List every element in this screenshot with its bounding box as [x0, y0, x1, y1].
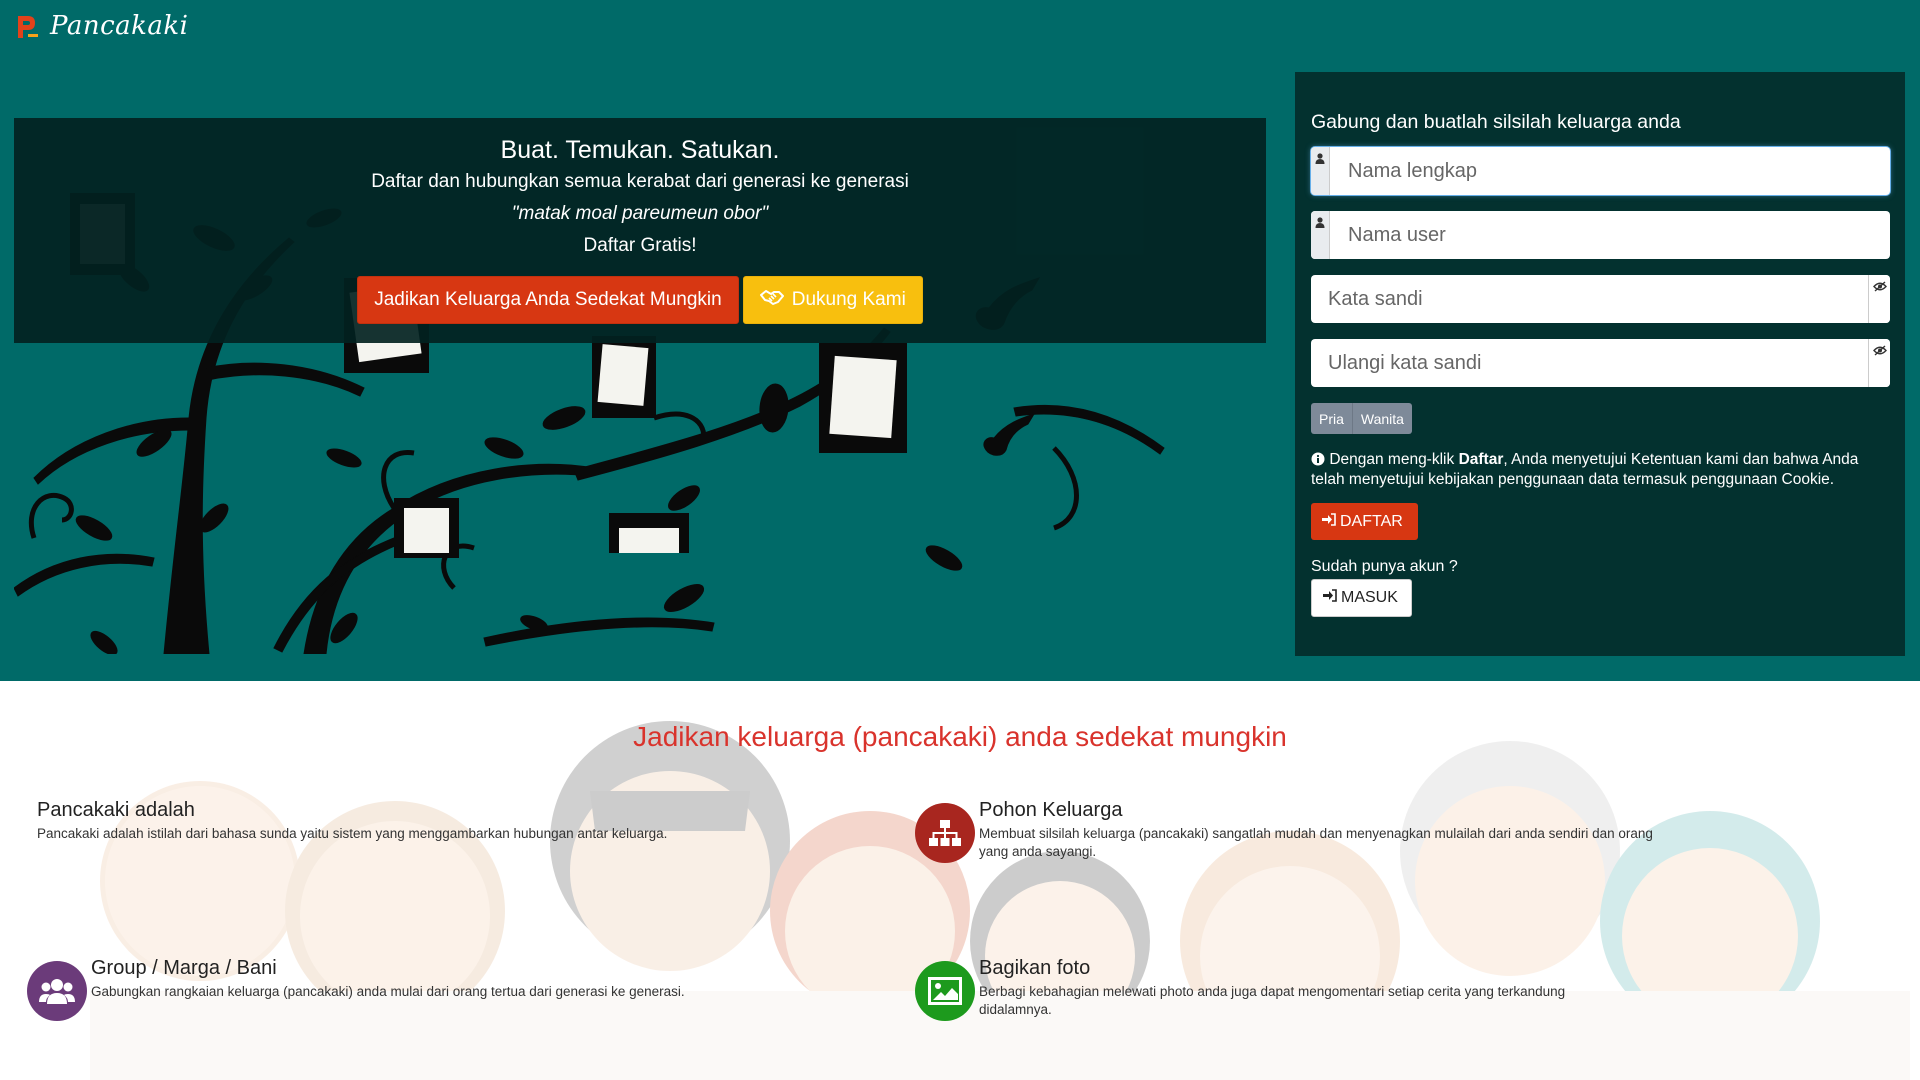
sign-in-icon — [1322, 512, 1336, 531]
register-button-label: DAFTAR — [1340, 512, 1403, 530]
hero-panel: Buat. Temukan. Satukan. Daftar dan hubun… — [14, 118, 1266, 343]
sign-in-icon — [1323, 589, 1337, 607]
handshake-icon — [759, 288, 784, 312]
feature-pancakaki: Pancakaki adalah Pancakaki adalah istila… — [37, 797, 737, 843]
features-title: Jadikan keluarga (pancakaki) anda sedeka… — [633, 721, 1287, 752]
feature-title: Bagikan foto — [979, 957, 1091, 979]
gender-male-option[interactable]: Pria — [1311, 403, 1353, 434]
login-button-label: MASUK — [1341, 589, 1398, 606]
terms-text: Dengan meng-klik Daftar, Anda menyetujui… — [1311, 450, 1891, 490]
gender-female-option[interactable]: Wanita — [1352, 403, 1412, 434]
hero-cta-text: Daftar Gratis! — [583, 235, 697, 256]
terms-prefix: Dengan meng-klik — [1329, 451, 1455, 468]
feature-pohon-keluarga: Pohon Keluarga Membuat silsilah keluarga… — [979, 797, 1659, 861]
feature-text: Membuat silsilah keluarga (pancakaki) sa… — [979, 826, 1653, 859]
brand-logo-icon[interactable] — [14, 12, 40, 40]
hero-title: Buat. Temukan. Satukan. — [500, 136, 780, 164]
top-band: Pancakaki Buat. Temukan. Satukan. Daftar… — [0, 0, 1920, 681]
image-icon — [915, 961, 975, 1021]
info-circle-icon — [1311, 451, 1329, 468]
feature-text: Pancakaki adalah istilah dari bahasa sun… — [37, 826, 668, 841]
register-panel: Gabung dan buatlah silsilah keluarga and… — [1295, 72, 1905, 656]
user-icon — [1311, 211, 1330, 259]
password-input[interactable] — [1328, 275, 1858, 323]
username-input[interactable] — [1348, 211, 1878, 259]
features-section: Jadikan keluarga (pancakaki) anda sedeka… — [0, 681, 1920, 1080]
fullname-input[interactable] — [1348, 147, 1878, 195]
hero-quote: "matak moal pareumeun obor" — [511, 203, 769, 224]
feature-group: Group / Marga / Bani Gabungkan rangkaian… — [91, 955, 771, 1001]
support-button[interactable]: Dukung Kami — [742, 276, 923, 324]
password-confirm-field — [1311, 339, 1890, 387]
hero-subtitle: Daftar dan hubungkan semua kerabat dari … — [371, 171, 909, 192]
feature-bagikan-foto: Bagikan foto Berbagi kebahagian melewati… — [979, 955, 1619, 1019]
user-icon — [1311, 147, 1330, 195]
username-field — [1311, 211, 1890, 259]
gender-toggle: Pria Wanita — [1311, 403, 1890, 434]
brand-name[interactable]: Pancakaki — [50, 11, 188, 41]
support-label: Dukung Kami — [791, 289, 906, 310]
feature-text: Berbagi kebahagian melewati photo anda j… — [979, 984, 1566, 1017]
primary-cta-button[interactable]: Jadikan Keluarga Anda Sedekat Mungkin — [357, 276, 739, 324]
have-account-text: Sudah punya akun ? — [1311, 558, 1458, 575]
register-title: Gabung dan buatlah silsilah keluarga and… — [1311, 111, 1681, 133]
password-confirm-input[interactable] — [1328, 339, 1858, 387]
feature-title: Group / Marga / Bani — [91, 957, 277, 979]
sitemap-icon — [915, 803, 975, 863]
feature-title: Pancakaki adalah — [37, 799, 195, 821]
feature-title: Pohon Keluarga — [979, 799, 1123, 821]
fullname-field — [1311, 147, 1890, 195]
feature-text: Gabungkan rangkaian keluarga (pancakaki)… — [91, 984, 685, 999]
password-field — [1311, 275, 1890, 323]
register-button[interactable]: DAFTAR — [1311, 503, 1418, 540]
terms-bold: Daftar — [1458, 451, 1504, 468]
hero-buttons: Jadikan Keluarga Anda Sedekat Mungkin Du… — [14, 276, 1266, 324]
navbar: Pancakaki — [14, 8, 188, 44]
hero: Buat. Temukan. Satukan. Daftar dan hubun… — [14, 118, 1266, 654]
login-button[interactable]: MASUK — [1311, 579, 1412, 617]
users-icon — [27, 961, 87, 1021]
eye-slash-icon[interactable] — [1868, 339, 1890, 387]
primary-cta-label: Jadikan Keluarga Anda Sedekat Mungkin — [374, 289, 722, 310]
eye-slash-icon[interactable] — [1868, 275, 1890, 323]
